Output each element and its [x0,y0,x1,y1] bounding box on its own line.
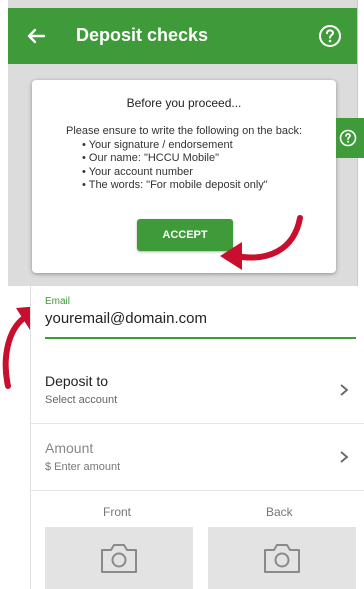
help-circle-icon[interactable] [316,22,344,50]
amount-placeholder: $ Enter amount [45,461,121,473]
dialog-intro: Please ensure to write the following on … [65,125,303,137]
dialog-title: Before you proceed... [126,96,242,110]
chevron-right-icon [340,451,349,463]
back-label: Back [266,505,293,519]
list-item: Our name: "HCCU Mobile" [82,152,268,165]
deposit-to-label: Deposit to [45,373,109,389]
email-field-underline [45,337,356,339]
email-field[interactable]: youremail@domain.com [45,310,207,327]
arrow-left-icon[interactable] [22,22,50,50]
background-screen-app-bar [336,118,364,158]
front-label: Front [103,505,132,519]
deposit-to-selector[interactable]: Deposit to Select account [31,359,364,424]
email-field-label: Email [45,296,71,307]
deposit-form-screen: Email youremail@domain.com Deposit to Se… [30,286,364,589]
chevron-right-icon [340,384,349,396]
list-item: Your account number [82,166,268,179]
back-photo-capture[interactable] [208,527,356,589]
camera-icon [101,544,137,573]
annotation-arrow-icon [220,215,303,270]
help-circle-icon [339,129,357,147]
dialog-checklist: Your signature / endorsement Our name: "… [82,139,268,193]
deposit-to-value: Select account [45,394,118,406]
front-photo-capture[interactable] [45,527,193,589]
camera-icon [264,544,300,573]
app-bar: Deposit checks [8,8,357,64]
list-item: The words: "For mobile deposit only" [82,179,268,192]
page-title: Deposit checks [76,25,209,45]
amount-input[interactable]: Amount $ Enter amount [31,426,364,491]
list-item: Your signature / endorsement [82,139,268,152]
amount-label: Amount [45,440,94,456]
